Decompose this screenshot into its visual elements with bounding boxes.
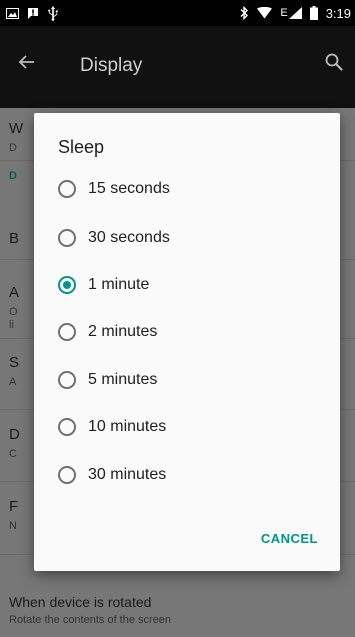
option-30-seconds[interactable]: 30 seconds (58, 218, 328, 258)
radio-button[interactable] (58, 180, 76, 198)
option-label: 30 minutes (88, 466, 167, 483)
radio-button[interactable] (58, 323, 76, 341)
pref-summary: Rotate the contents of the screen (9, 614, 172, 626)
pref-title: D (9, 426, 20, 443)
network-type-label: E (280, 7, 288, 19)
pref-title: W (9, 120, 24, 137)
pref-title: S (9, 354, 20, 371)
sleep-dialog: Sleep 15 seconds 30 seconds 1 minute 2 m… (34, 113, 340, 571)
option-label: 1 minute (88, 276, 150, 293)
pref-summary: C (9, 448, 17, 460)
radio-button[interactable] (58, 229, 76, 247)
clock: 3:19 (325, 5, 351, 21)
radio-button[interactable] (58, 371, 76, 389)
pref-title: B (9, 230, 20, 247)
pref-summary: A (9, 376, 17, 388)
section-title: D (9, 170, 17, 182)
option-label: 5 minutes (88, 371, 158, 388)
pref-summary: O (9, 306, 18, 318)
image-icon (6, 7, 19, 19)
page-title: Display (80, 55, 143, 76)
app-bar: Display (0, 26, 355, 108)
pref-summary: N (9, 520, 17, 532)
cancel-button[interactable]: CANCEL (261, 531, 318, 546)
option-15-seconds[interactable]: 15 seconds (58, 169, 328, 209)
signal-icon: E (280, 7, 302, 19)
dialog-title: Sleep (58, 137, 105, 157)
pref-title: F (9, 498, 19, 515)
option-label: 10 minutes (88, 418, 167, 435)
radio-button[interactable] (58, 418, 76, 436)
option-label: 2 minutes (88, 323, 158, 340)
wifi-icon (257, 7, 273, 19)
radio-button[interactable] (58, 466, 76, 484)
pref-title: A (9, 284, 20, 301)
option-label: 15 seconds (88, 180, 170, 197)
battery-icon (309, 6, 318, 20)
usb-icon (47, 5, 59, 21)
option-30-minutes[interactable]: 30 minutes (58, 455, 328, 495)
search-icon[interactable] (325, 53, 343, 76)
option-10-minutes[interactable]: 10 minutes (58, 407, 328, 447)
radio-button-selected[interactable] (58, 276, 76, 294)
pref-summary: D (9, 142, 17, 154)
option-label: 30 seconds (88, 229, 170, 246)
back-arrow-icon[interactable] (18, 50, 34, 76)
bluetooth-icon (240, 6, 249, 20)
status-bar: E 3:19 (0, 0, 355, 26)
pref-summary-line-2: li (9, 319, 14, 331)
alert-icon (27, 7, 39, 20)
option-1-minute[interactable]: 1 minute (58, 265, 328, 305)
option-2-minutes[interactable]: 2 minutes (58, 312, 328, 352)
option-5-minutes[interactable]: 5 minutes (58, 360, 328, 400)
pref-title: When device is rotated (9, 594, 152, 610)
